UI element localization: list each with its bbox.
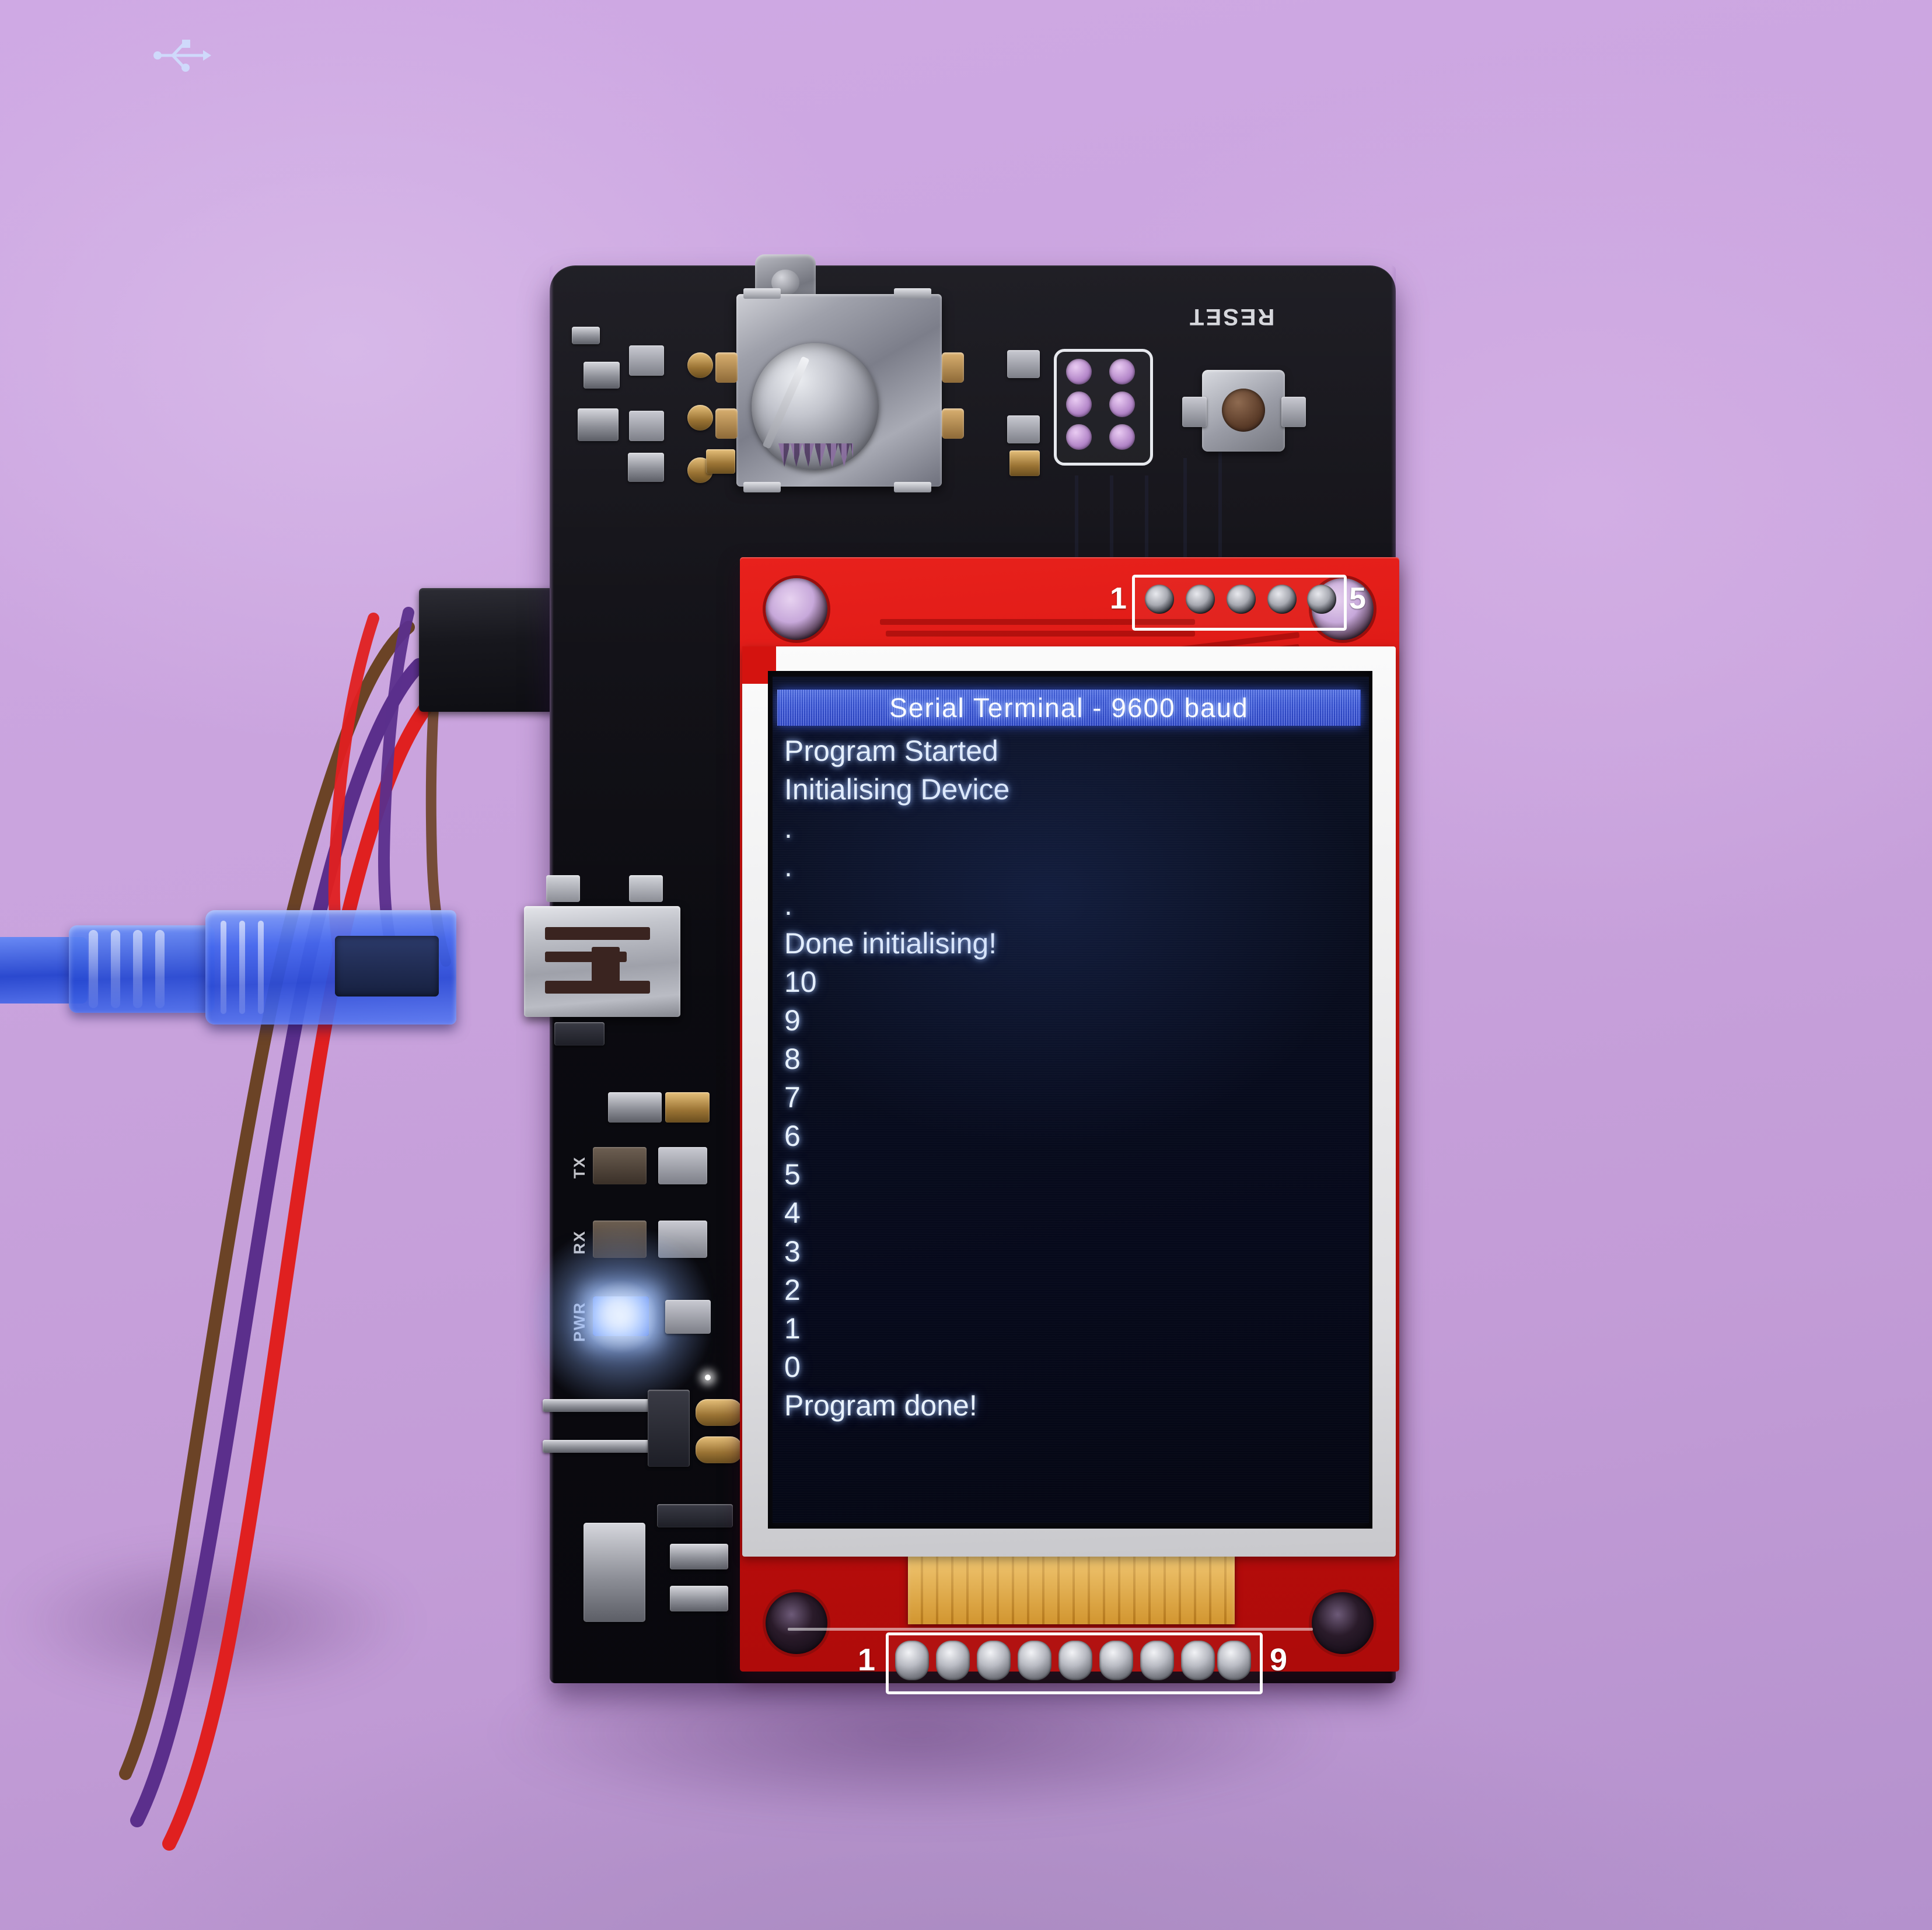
terminal-line: . <box>784 889 792 921</box>
terminal-line: Program Started <box>784 735 998 767</box>
icsp-header[interactable] <box>1054 349 1153 466</box>
icsp-pad <box>1109 359 1135 384</box>
terminal-line: . <box>784 812 792 844</box>
via-pad <box>687 352 713 378</box>
smd-ic <box>657 1504 733 1527</box>
usb-plug-window <box>335 936 439 997</box>
icsp-pad <box>1066 424 1092 450</box>
encoder-tab <box>743 288 781 299</box>
smd-resistor <box>670 1586 728 1611</box>
encoder-slot <box>762 356 810 449</box>
pwr-led-resistor <box>665 1300 711 1334</box>
terminal-line: 9 <box>784 1004 801 1037</box>
terminal-line: . <box>784 850 792 883</box>
smd-resistor <box>572 327 600 344</box>
smd-pad <box>1007 350 1040 378</box>
tx-led-label: TX <box>571 1156 588 1179</box>
encoder-pin-left <box>715 408 738 439</box>
lcd-screen[interactable]: Serial Terminal - 9600 baud Program Star… <box>773 677 1369 1523</box>
reset-pad <box>1281 397 1306 427</box>
terminal-line: 1 <box>784 1312 801 1345</box>
terminal-line: Done initialising! <box>784 927 997 960</box>
terminal-line: 0 <box>784 1351 801 1383</box>
terminal-title-bar: Serial Terminal - 9600 baud <box>777 690 1361 726</box>
usb-plug <box>205 910 456 1025</box>
icsp-pad <box>1109 391 1135 417</box>
solder-sparkle <box>705 1375 711 1380</box>
rx-led-label: RX <box>571 1230 588 1254</box>
mounting-hole-bottom-right <box>1312 1592 1374 1654</box>
encoder-pin-left <box>715 352 738 383</box>
encoder-pin-right <box>942 352 964 383</box>
connector-block <box>648 1390 690 1467</box>
bottom-header-pin9-label: 9 <box>1270 1642 1288 1677</box>
reset-label: RESET <box>1188 304 1275 330</box>
smd-pad <box>1007 415 1040 443</box>
terminal-line: 5 <box>784 1158 801 1191</box>
crystal <box>584 1523 645 1622</box>
reset-button[interactable] <box>1202 370 1285 452</box>
smd-pad <box>1009 450 1040 476</box>
terminal-line: Program done! <box>784 1389 977 1422</box>
tx-led <box>593 1147 647 1184</box>
encoder-solder-pad <box>706 449 735 474</box>
terminal-title-text: Serial Terminal - 9600 baud <box>889 693 1249 723</box>
usb-jack-tab <box>629 875 663 902</box>
mini-usb-port[interactable] <box>524 906 680 1017</box>
encoder-teeth <box>778 443 853 467</box>
usb-strain-relief <box>69 925 215 1013</box>
via-pad <box>687 405 713 431</box>
reset-pad <box>1182 397 1207 427</box>
encoder-tab <box>894 288 931 299</box>
smd-resistor <box>670 1544 728 1569</box>
terminal-line: 10 <box>784 966 817 998</box>
pwr-led <box>593 1296 649 1336</box>
icsp-pad <box>1066 391 1092 417</box>
terminal-line: 8 <box>784 1043 801 1075</box>
top-header-pin1-label: 1 <box>1110 582 1127 616</box>
encoder-knob[interactable] <box>752 343 879 470</box>
smd-resistor <box>628 453 664 482</box>
screenshot-root: RESET TX RX PWR 1 5 1 9 Serial Terminal … <box>0 0 1932 1930</box>
mounting-hole-top-left <box>766 578 827 640</box>
terminal-line: 6 <box>784 1120 801 1152</box>
smd-pad <box>629 345 664 376</box>
pwr-led-label: PWR <box>571 1302 588 1342</box>
terminal-output: Program Started Initialising Device... Don… <box>784 732 1356 1425</box>
encoder-pin-right <box>942 408 964 439</box>
encoder-tab <box>743 482 781 492</box>
tx-led-resistor <box>658 1147 707 1184</box>
smd-resistor <box>584 362 620 389</box>
rx-led-resistor <box>658 1221 707 1258</box>
smd-pad <box>696 1399 742 1426</box>
icsp-pad <box>1109 424 1135 450</box>
terminal-line: 3 <box>784 1235 801 1268</box>
terminal-line: 2 <box>784 1274 801 1306</box>
smd-resistor <box>608 1092 662 1123</box>
smd-resistor <box>665 1092 710 1123</box>
smd-pad <box>696 1436 742 1463</box>
encoder-tab <box>894 482 931 492</box>
terminal-line: 7 <box>784 1081 801 1114</box>
terminal-line: 4 <box>784 1197 801 1229</box>
smd-pad <box>629 411 664 441</box>
usb-jack-tab <box>546 875 580 902</box>
smd-capacitor <box>578 408 619 441</box>
usb-shield-pad <box>554 1022 605 1046</box>
mounting-hole-bottom-left <box>766 1592 827 1654</box>
rx-led <box>593 1221 647 1258</box>
icsp-pad <box>1066 359 1092 384</box>
bottom-header-pin1-label: 1 <box>858 1642 876 1677</box>
terminal-line: Initialising Device <box>784 773 1010 806</box>
top-header-pin5-label: 5 <box>1349 582 1366 616</box>
usb-icon <box>153 40 211 72</box>
